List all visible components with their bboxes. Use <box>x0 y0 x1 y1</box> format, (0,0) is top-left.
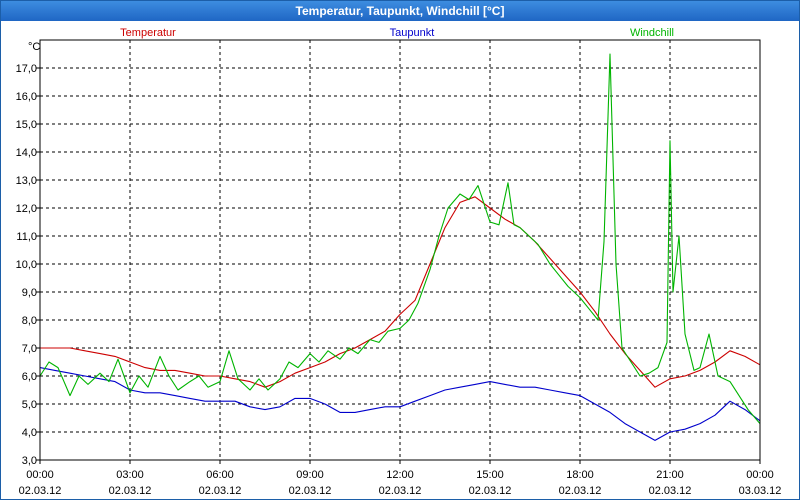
y-tick-label: 16,0 <box>16 91 37 103</box>
grid-lines <box>39 40 761 461</box>
x-tick-date: 02.03.12 <box>649 485 692 497</box>
x-tick-time: 18:00 <box>566 469 594 481</box>
y-tick-label: 17,0 <box>16 63 37 75</box>
x-tick-date: 02.03.12 <box>19 485 62 497</box>
x-tick-time: 03:00 <box>116 469 144 481</box>
y-tick-label: 5,0 <box>22 399 37 411</box>
x-tick-date: 03.03.12 <box>739 485 782 497</box>
y-tick-label: 6,0 <box>22 371 37 383</box>
x-tick-time: 15:00 <box>476 469 504 481</box>
x-tick-time: 12:00 <box>386 469 414 481</box>
x-tick-date: 02.03.12 <box>469 485 512 497</box>
x-tick-time: 06:00 <box>206 469 234 481</box>
x-tick-date: 02.03.12 <box>379 485 422 497</box>
y-tick-label: 7,0 <box>22 343 37 355</box>
x-axis-ticks: 00:00 02.03.12 03:00 02.03.12 06:00 02.03.12 0… <box>19 460 782 497</box>
x-tick-time: 00:00 <box>746 469 774 481</box>
legend: Temperatur Taupunkt Windchill <box>120 27 674 39</box>
y-axis-label: °C <box>28 41 40 53</box>
y-tick-label: 15,0 <box>16 119 37 131</box>
x-tick-date: 02.03.12 <box>559 485 602 497</box>
y-tick-label: 14,0 <box>16 147 37 159</box>
line-chart: 3,0 4,0 5,0 6,0 7,0 8,0 9,0 10,0 11,0 12,0 13,0 14,… <box>16 27 782 497</box>
y-tick-label: 10,0 <box>16 259 37 271</box>
legend-item-temperatur: Temperatur <box>120 27 176 39</box>
y-tick-label: 3,0 <box>22 455 37 467</box>
x-tick-time: 21:00 <box>656 469 684 481</box>
y-tick-label: 8,0 <box>22 315 37 327</box>
legend-item-windchill: Windchill <box>630 27 674 39</box>
legend-item-taupunkt: Taupunkt <box>390 27 435 39</box>
x-tick-time: 09:00 <box>296 469 324 481</box>
y-tick-label: 4,0 <box>22 427 37 439</box>
y-tick-label: 11,0 <box>16 231 37 243</box>
x-tick-date: 02.03.12 <box>289 485 332 497</box>
y-axis-ticks: 3,0 4,0 5,0 6,0 7,0 8,0 9,0 10,0 11,0 12,0 13,0 14,… <box>16 63 40 467</box>
y-tick-label: 12,0 <box>16 203 37 215</box>
y-tick-label: 13,0 <box>16 175 37 187</box>
x-tick-date: 02.03.12 <box>199 485 242 497</box>
x-tick-time: 00:00 <box>26 469 54 481</box>
x-tick-date: 02.03.12 <box>109 485 152 497</box>
y-tick-label: 9,0 <box>22 287 37 299</box>
